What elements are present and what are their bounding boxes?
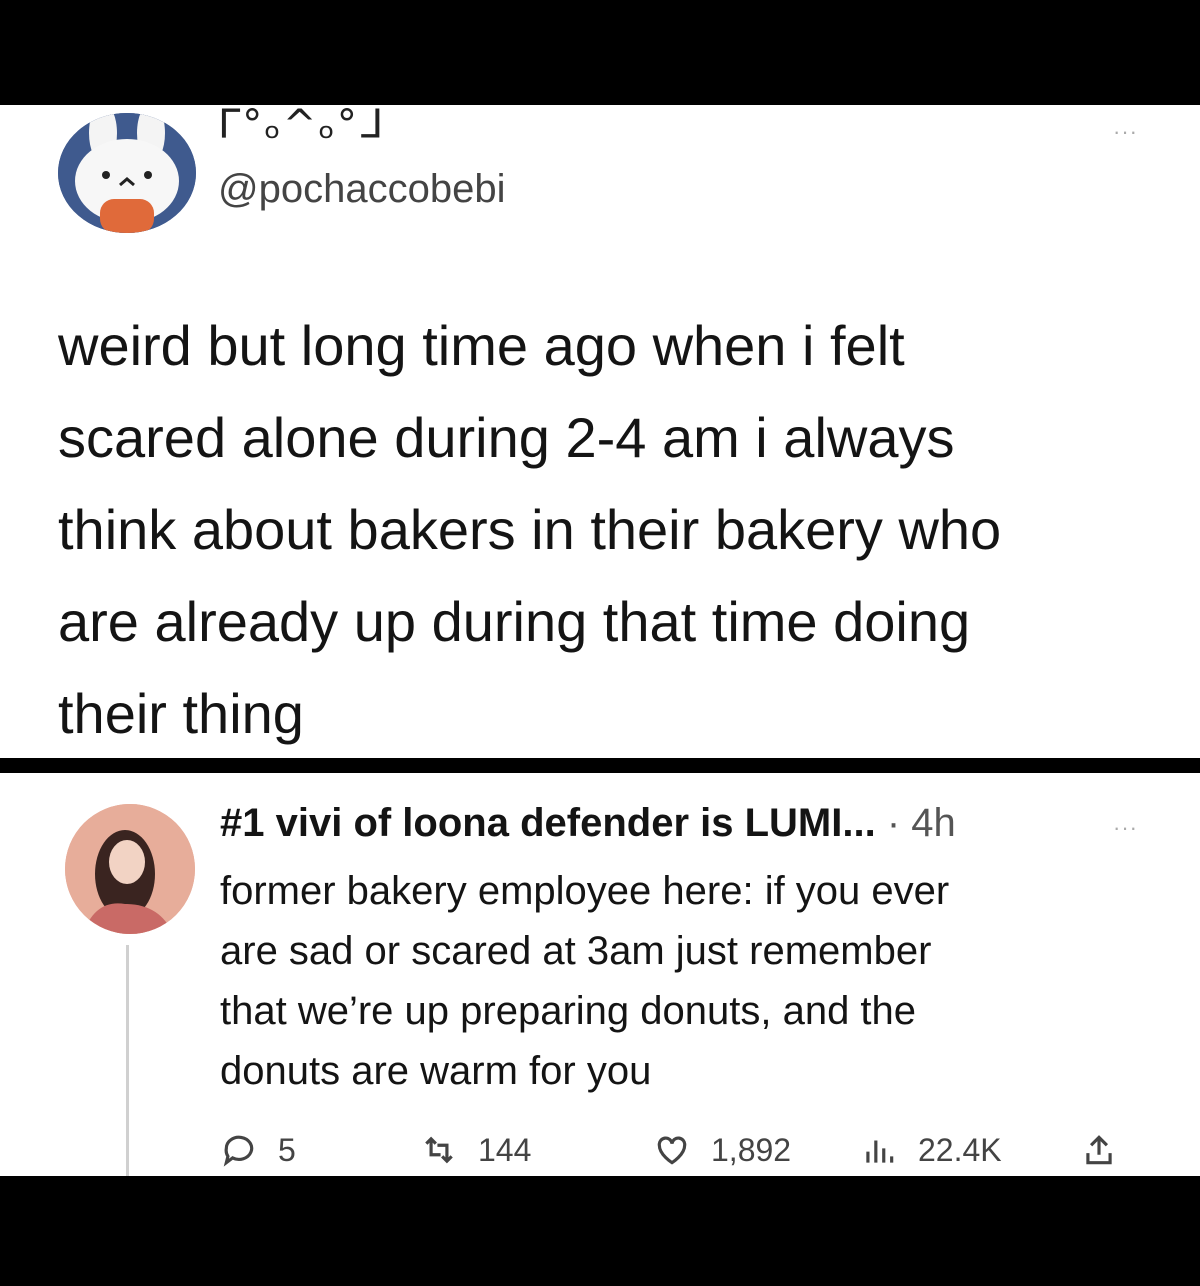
- tweet-text: weird but long time ago when i felt scar…: [58, 300, 1168, 760]
- like-count: 1,892: [711, 1131, 792, 1168]
- tweet-text-line: weird but long time ago when i felt: [58, 314, 905, 377]
- tweet-text-line: their thing: [58, 682, 304, 745]
- reply-button[interactable]: 5: [220, 1125, 296, 1175]
- like-button[interactable]: 1,892: [653, 1125, 791, 1175]
- bunny-avatar-icon[interactable]: [58, 113, 196, 233]
- reply-text-line: former bakery employee here: if you ever: [220, 869, 950, 913]
- tweet-text-line: think about bakers in their bakery who: [58, 498, 1002, 561]
- more-options-icon[interactable]: ···: [1113, 119, 1138, 145]
- display-name[interactable]: #1 vivi of loona defender is LUMI...: [220, 801, 876, 845]
- reply-author-line: #1 vivi of loona defender is LUMI... · 4…: [220, 801, 956, 846]
- reply-tweet: #1 vivi of loona defender is LUMI... · 4…: [0, 773, 1200, 1176]
- display-name[interactable]: ᒥ°ₒ^ₒ°ᒧ: [218, 105, 385, 145]
- action-bar: 5 144 1,892 22.4K: [220, 1125, 1150, 1175]
- more-options-icon[interactable]: ···: [1113, 815, 1138, 841]
- timestamp[interactable]: · 4h: [887, 801, 956, 845]
- retweet-button[interactable]: 144: [420, 1125, 531, 1175]
- views-chart-icon: [866, 1140, 894, 1163]
- tweet-text-line: are already up during that time doing: [58, 590, 971, 653]
- heart-icon: [657, 1136, 687, 1165]
- share-icon: [1086, 1135, 1112, 1165]
- profile-photo-icon[interactable]: [65, 804, 195, 934]
- views-count: 22.4K: [918, 1131, 1002, 1168]
- reply-text: former bakery employee here: if you ever…: [220, 861, 1120, 1101]
- thread-line: [126, 945, 129, 1176]
- reply-text-line: that we’re up preparing donuts, and the: [220, 989, 917, 1033]
- retweet-count: 144: [478, 1131, 532, 1168]
- user-handle[interactable]: @pochaccobebi: [218, 167, 505, 212]
- reply-icon: [223, 1135, 254, 1167]
- retweet-icon: [425, 1136, 453, 1164]
- tweet-text-line: scared alone during 2-4 am i always: [58, 406, 955, 469]
- reply-count: 5: [278, 1131, 296, 1168]
- original-tweet: ᒥ°ₒ^ₒ°ᒧ @pochaccobebi ··· weird but long…: [0, 105, 1200, 758]
- share-button[interactable]: [1080, 1125, 1138, 1175]
- reply-text-line: donuts are warm for you: [220, 1049, 652, 1093]
- reply-text-line: are sad or scared at 3am just remember: [220, 929, 932, 973]
- views-button[interactable]: 22.4K: [860, 1125, 1002, 1175]
